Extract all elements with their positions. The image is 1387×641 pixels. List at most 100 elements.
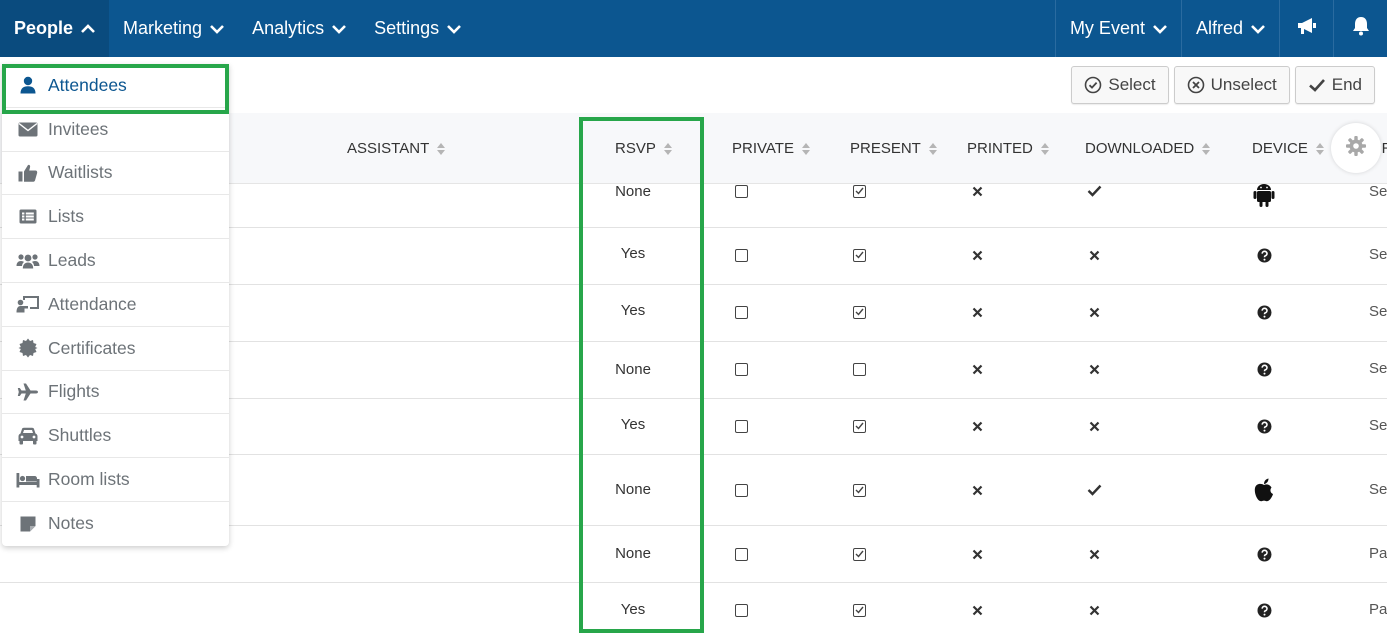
nav-my-event[interactable]: My Event: [1054, 0, 1181, 57]
menu-item-shuttles[interactable]: Shuttles: [2, 414, 229, 459]
chevron-down-icon: [447, 22, 462, 36]
top-nav: People Marketing Analytics Settings My E…: [0, 0, 1387, 57]
present-checkbox[interactable]: [849, 483, 869, 497]
private-checkbox[interactable]: [731, 419, 751, 433]
private-checkbox[interactable]: [731, 483, 751, 497]
extra-cell: Pa: [1369, 600, 1387, 618]
nav-right: My Event Alfred: [1054, 0, 1387, 57]
rsvp-cell: None: [615, 544, 651, 562]
present-checkbox[interactable]: [849, 362, 869, 376]
private-checkbox[interactable]: [731, 305, 751, 319]
menu-item-notes[interactable]: Notes: [2, 502, 229, 546]
x-icon: [967, 547, 987, 561]
app: People Marketing Analytics Settings My E…: [0, 0, 1387, 641]
extra-cell: Se: [1369, 480, 1387, 498]
menu-item-label: Notes: [48, 513, 94, 534]
notifications-button[interactable]: [1333, 0, 1387, 57]
menu-item-room-lists[interactable]: Room lists: [2, 458, 229, 502]
col-device[interactable]: DEVICE: [1252, 113, 1324, 184]
chalkboard-user-icon: [16, 294, 40, 314]
rsvp-cell: Yes: [620, 415, 646, 433]
x-icon: [967, 305, 987, 319]
envelope-icon: [16, 119, 40, 139]
nav-settings[interactable]: Settings: [360, 0, 475, 57]
col-assistant[interactable]: ASSISTANT: [347, 113, 446, 184]
col-downloaded[interactable]: DOWNLOADED: [1085, 113, 1211, 184]
select-button[interactable]: Select: [1071, 66, 1169, 104]
menu-item-label: Waitlists: [48, 162, 113, 183]
apple-icon: [1250, 477, 1278, 503]
sort-icon: [1315, 142, 1324, 155]
x-icon: [967, 248, 987, 262]
unselect-button-label: Unselect: [1210, 75, 1277, 94]
menu-item-certificates[interactable]: Certificates: [2, 327, 229, 371]
private-checkbox[interactable]: [731, 603, 751, 617]
column-settings-button[interactable]: [1331, 123, 1381, 173]
x-icon: [967, 184, 987, 198]
col-present-label: PRESENT: [850, 140, 921, 157]
menu-item-lists[interactable]: Lists: [2, 195, 229, 240]
menu-item-waitlists[interactable]: Waitlists: [2, 152, 229, 196]
present-checkbox[interactable]: [849, 305, 869, 319]
private-checkbox[interactable]: [731, 184, 751, 198]
announcements-button[interactable]: [1279, 0, 1333, 57]
col-rsvp[interactable]: RSVP: [615, 113, 672, 184]
x-icon: [967, 483, 987, 497]
private-checkbox[interactable]: [731, 362, 751, 376]
x-icon: [967, 362, 987, 376]
megaphone-icon: [1296, 16, 1318, 41]
menu-item-attendance[interactable]: Attendance: [2, 283, 229, 327]
x-icon: [967, 419, 987, 433]
private-checkbox[interactable]: [731, 248, 751, 262]
thumbs-up-icon: [16, 163, 40, 183]
table-row[interactable]: Yes Pa: [0, 583, 1387, 641]
chevron-down-icon: [1251, 22, 1265, 36]
present-checkbox[interactable]: [849, 547, 869, 561]
select-button-label: Select: [1108, 75, 1156, 94]
certificate-icon: [16, 338, 40, 358]
col-printed-label: PRINTED: [967, 140, 1033, 157]
nav-people[interactable]: People: [0, 0, 110, 57]
present-checkbox[interactable]: [849, 603, 869, 617]
question-icon: [1250, 247, 1278, 263]
rsvp-cell: Yes: [620, 244, 646, 262]
menu-item-invitees[interactable]: Invitees: [2, 108, 229, 152]
android-icon: [1250, 184, 1278, 208]
extra-cell: Pa: [1369, 544, 1387, 562]
rsvp-cell: None: [615, 182, 651, 200]
col-printed[interactable]: PRINTED: [967, 113, 1049, 184]
nav-people-label: People: [14, 18, 74, 38]
question-icon: [1250, 602, 1278, 618]
menu-item-attendees[interactable]: Attendees: [2, 64, 229, 108]
private-checkbox[interactable]: [731, 547, 751, 561]
end-button-label: End: [1331, 75, 1362, 94]
x-circle-icon: [1187, 76, 1205, 94]
unselect-button[interactable]: Unselect: [1173, 66, 1290, 104]
nav-settings-label: Settings: [374, 18, 440, 38]
check-circle-icon: [1084, 76, 1102, 94]
rsvp-cell: Yes: [620, 600, 646, 618]
present-checkbox[interactable]: [849, 419, 869, 433]
x-icon: [1084, 248, 1104, 262]
menu-item-label: Shuttles: [48, 425, 112, 446]
nav-my-event-label: My Event: [1069, 18, 1145, 38]
menu-item-flights[interactable]: Flights: [2, 371, 229, 415]
menu-item-leads[interactable]: Leads: [2, 239, 229, 283]
sort-icon: [1202, 142, 1211, 155]
nav-user[interactable]: Alfred: [1180, 0, 1279, 57]
car-icon: [16, 426, 40, 446]
col-assistant-label: ASSISTANT: [347, 140, 430, 157]
user-icon: [16, 75, 40, 95]
bed-icon: [16, 470, 40, 490]
nav-marketing[interactable]: Marketing: [109, 0, 238, 57]
rsvp-cell: None: [615, 360, 651, 378]
present-checkbox[interactable]: [849, 248, 869, 262]
menu-item-label: Room lists: [48, 469, 130, 490]
nav-user-label: Alfred: [1195, 18, 1243, 38]
col-private[interactable]: PRIVATE: [732, 113, 810, 184]
col-present[interactable]: PRESENT: [850, 113, 937, 184]
x-icon: [1084, 362, 1104, 376]
nav-analytics[interactable]: Analytics: [238, 0, 360, 57]
present-checkbox[interactable]: [849, 184, 869, 198]
end-button[interactable]: End: [1294, 66, 1375, 104]
